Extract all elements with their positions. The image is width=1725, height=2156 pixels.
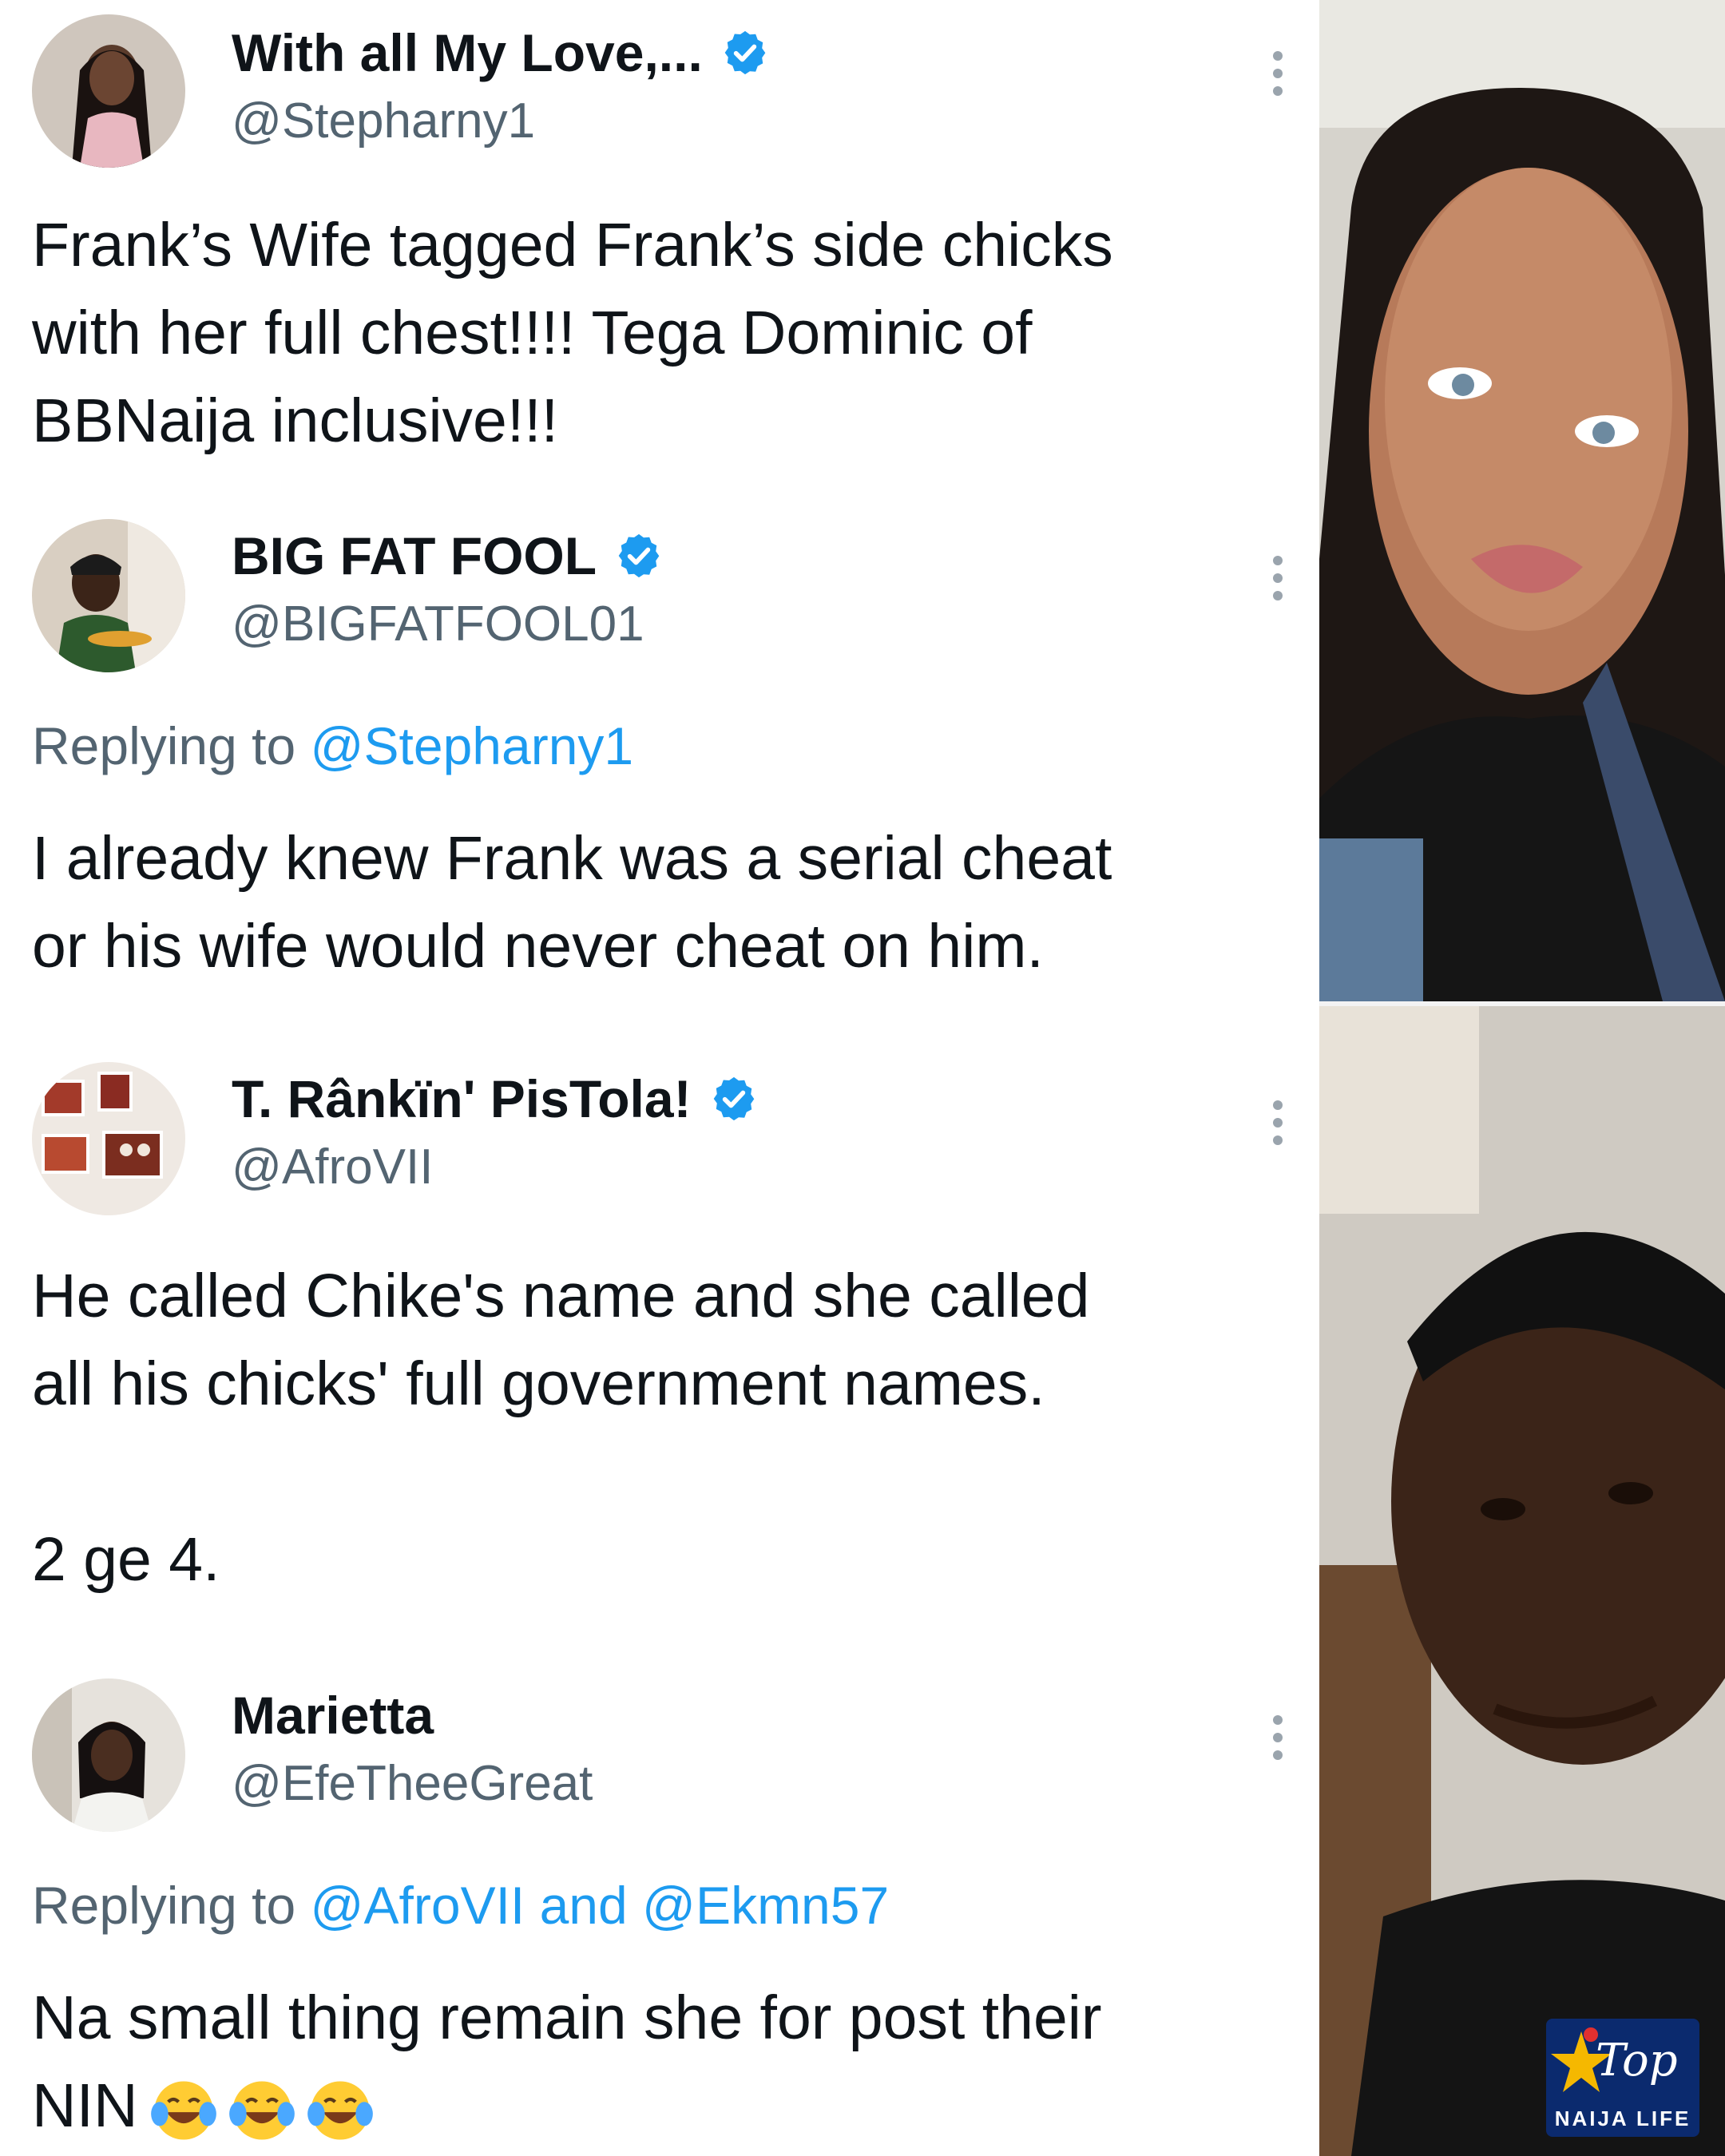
tweet-text: I already knew Frank was a serial cheat … <box>32 814 1294 990</box>
photo-woman-image <box>1319 0 1725 1001</box>
more-options-icon[interactable] <box>1270 1715 1286 1771</box>
photo-man <box>1319 1006 1725 2156</box>
author-row: Marietta <box>232 1685 434 1746</box>
tweet-text: Frank’s Wife tagged Frank’s side chicks … <box>32 201 1294 465</box>
more-options-icon[interactable] <box>1270 51 1286 107</box>
tweet-text-line: He called Chike's name and she called <box>32 1262 1090 1330</box>
display-name[interactable]: BIG FAT FOOL <box>232 525 597 586</box>
watermark-logo: Top NAIJA LIFE <box>1546 2019 1699 2137</box>
watermark-bottom-text: NAIJA LIFE <box>1554 2106 1691 2130</box>
replying-to: Replying to @AfroVII and @Ekmn57 <box>32 1875 889 1936</box>
mention-link[interactable]: @Stepharny1 <box>311 716 634 775</box>
tweet-thread: With all My Love,... @Stepharny1 Frank’s… <box>0 0 1319 2156</box>
author-row: With all My Love,... <box>232 22 770 83</box>
author-row: T. Rânkïn' PisTola! <box>232 1068 759 1129</box>
tweet-text-line: BBNaija inclusive!!! <box>32 386 559 455</box>
replying-to-label: Replying to <box>32 716 311 775</box>
avatar-image <box>32 14 185 168</box>
display-name[interactable]: T. Rânkïn' PisTola! <box>232 1068 692 1129</box>
avatar-image <box>32 519 185 672</box>
photo-collage <box>1319 0 1725 2156</box>
replying-to-label: Replying to <box>32 1876 311 1935</box>
photo-man-image <box>1319 1006 1725 2156</box>
photo-woman <box>1319 0 1725 1001</box>
display-name[interactable]: Marietta <box>232 1685 434 1746</box>
avatar-image <box>32 1678 185 1832</box>
tweet-text-line: I already knew Frank was a serial cheat <box>32 824 1112 893</box>
user-handle[interactable]: @BIGFATFOOL01 <box>232 596 644 652</box>
face-with-tears-of-joy-icon <box>307 2081 373 2140</box>
face-with-tears-of-joy-icon <box>150 2081 216 2140</box>
avatar[interactable] <box>32 1062 185 1215</box>
tweet-text: Na small thing remain she for post their… <box>32 1974 1294 2150</box>
verified-badge-icon <box>724 30 766 75</box>
verified-badge-icon <box>713 1076 754 1121</box>
tweet-text-line: or his wife would never cheat on him. <box>32 912 1044 981</box>
user-handle[interactable]: @EfeTheeGreat <box>232 1755 593 1812</box>
more-options-icon[interactable] <box>1270 1100 1286 1156</box>
tweet-text-line: Frank’s Wife tagged Frank’s side chicks <box>32 211 1113 279</box>
user-handle[interactable]: @Stepharny1 <box>232 93 535 149</box>
user-handle[interactable]: @AfroVII <box>232 1139 433 1195</box>
tweet-text-line: with her full chest!!!! Tega Dominic of <box>32 299 1033 367</box>
verified-badge-icon <box>618 533 660 578</box>
avatar[interactable] <box>32 1678 185 1832</box>
tweet-text-line: Na small thing remain she for post their <box>32 1984 1102 2052</box>
watermark-top-text: Top <box>1596 2035 1678 2087</box>
face-with-tears-of-joy-icon <box>228 2081 295 2140</box>
tweet-text-segment: NIN <box>32 2071 138 2140</box>
avatar-image <box>32 1062 185 1215</box>
display-name[interactable]: With all My Love,... <box>232 22 703 83</box>
tweet-text-line: 2 ge 4. <box>32 1525 220 1594</box>
more-options-icon[interactable] <box>1270 556 1286 612</box>
avatar[interactable] <box>32 14 185 168</box>
mention-link[interactable]: @AfroVII and @Ekmn57 <box>311 1876 890 1935</box>
author-row: BIG FAT FOOL <box>232 525 664 586</box>
tweet-text-line-with-emoji: NIN <box>32 2062 1294 2150</box>
avatar[interactable] <box>32 519 185 672</box>
tweet-text: He called Chike's name and she called al… <box>32 1252 1294 1603</box>
replying-to: Replying to @Stepharny1 <box>32 715 633 776</box>
tweet-text-line: all his chicks' full government names. <box>32 1349 1045 1418</box>
emoji-group <box>149 2076 384 2145</box>
